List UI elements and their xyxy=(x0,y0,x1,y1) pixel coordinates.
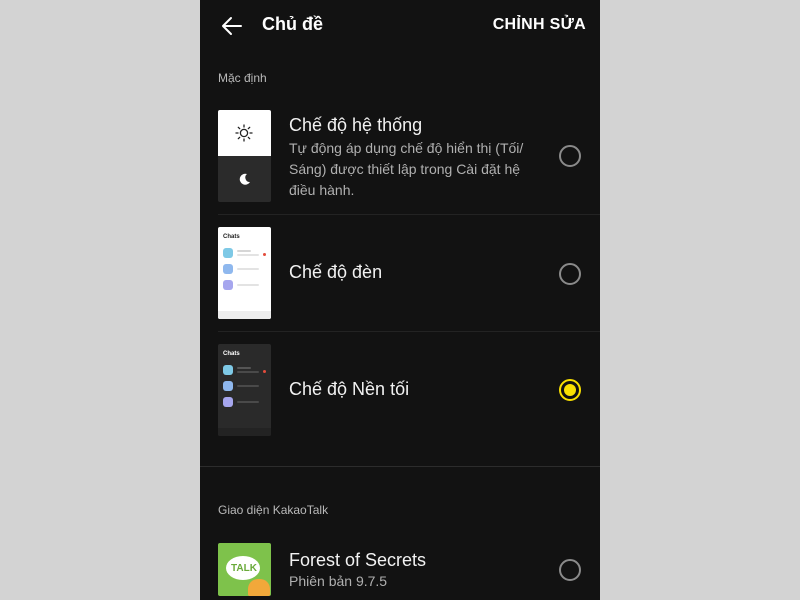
section-label-kakao: Giao diện KakaoTalk xyxy=(218,503,329,517)
talk-badge: TALK xyxy=(231,563,257,574)
forest-theme-thumbnail: TALK xyxy=(218,543,271,596)
radio-button[interactable] xyxy=(559,263,581,285)
radio-button[interactable] xyxy=(559,559,581,581)
edit-button[interactable]: CHỈNH SỬA xyxy=(493,16,586,34)
theme-option-light[interactable]: Chats Chế độ đèn xyxy=(218,227,600,321)
light-theme-preview: Chats xyxy=(218,227,271,319)
theme-description: Tự động áp dụng chế độ hiển thị (Tối/ Sá… xyxy=(289,140,524,198)
section-label-default: Mặc định xyxy=(218,71,267,85)
dark-theme-preview: Chats xyxy=(218,344,271,436)
preview-label: Chats xyxy=(223,234,240,240)
preview-label: Chats xyxy=(223,351,240,357)
back-button[interactable] xyxy=(220,14,244,38)
divider xyxy=(218,214,600,215)
theme-title: Chế độ hệ thống xyxy=(289,115,423,135)
page-title: Chủ đề xyxy=(262,14,323,34)
theme-title: Chế độ đèn xyxy=(289,262,383,282)
theme-settings-screen: Chủ đề CHỈNH SỬA Mặc định Chế độ hệ thốn… xyxy=(200,0,600,600)
radio-button[interactable] xyxy=(559,145,581,167)
theme-title: Forest of Secrets xyxy=(289,550,427,570)
section-divider xyxy=(200,466,600,467)
divider xyxy=(218,331,600,332)
theme-version: Phiên bản 9.7.5 xyxy=(289,573,388,589)
theme-option-forest-of-secrets[interactable]: TALK Forest of Secrets Phiên bản 9.7.5 xyxy=(218,543,600,600)
character-icon xyxy=(248,579,270,596)
radio-button-selected[interactable] xyxy=(559,379,581,401)
top-bar: Chủ đề CHỈNH SỬA xyxy=(200,0,600,54)
sun-icon xyxy=(235,124,253,142)
arrow-left-icon xyxy=(222,17,242,35)
system-theme-preview xyxy=(218,110,271,202)
theme-option-system[interactable]: Chế độ hệ thống Tự động áp dụng chế độ h… xyxy=(218,110,600,205)
moon-icon xyxy=(239,173,250,185)
theme-option-dark[interactable]: Chats Chế độ Nền tối xyxy=(218,344,600,438)
theme-title: Chế độ Nền tối xyxy=(289,379,410,399)
